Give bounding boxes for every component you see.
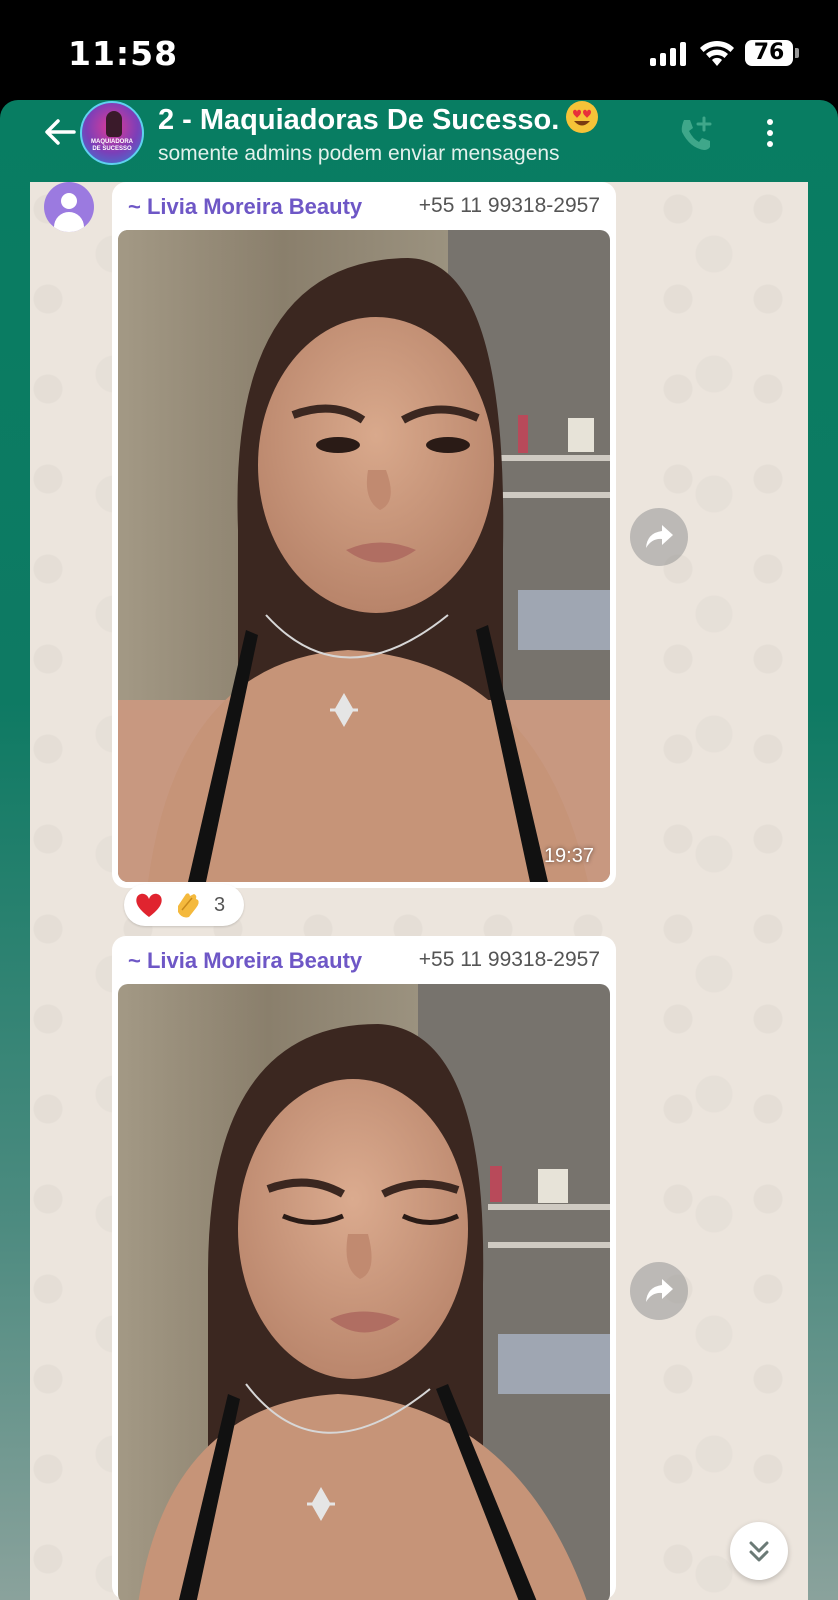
double-chevron-down-icon (749, 1541, 769, 1562)
more-vert-icon[interactable] (760, 114, 780, 154)
back-arrow-icon[interactable] (40, 112, 80, 152)
status-bar: 11:58 76 (0, 0, 838, 100)
message-photo[interactable]: 19:37 (118, 230, 610, 882)
group-avatar-figure (106, 111, 122, 137)
red-heart-icon (136, 893, 162, 917)
signal-icon (650, 42, 690, 66)
sender-name[interactable]: ~ Livia Moreira Beauty (128, 948, 362, 974)
sender-name[interactable]: ~ Livia Moreira Beauty (128, 194, 362, 220)
sender-avatar[interactable] (44, 182, 94, 232)
chat-title[interactable]: 2 - Maquiadoras De Sucesso. (158, 100, 599, 137)
makeup-photo-eyes-closed (118, 984, 610, 1600)
forward-icon (646, 525, 673, 548)
makeup-photo-eyes-open (118, 230, 610, 882)
battery-icon: 76 (745, 40, 799, 66)
sender-phone: +55 11 99318-2957 (418, 948, 600, 971)
chat-subtitle: somente admins podem enviar mensagens (158, 142, 560, 165)
reaction-count: 3 (214, 894, 226, 916)
clapping-hands-icon (178, 893, 199, 918)
group-avatar-logo: MAQUIADORA DE SUCESSO (91, 139, 133, 152)
message-bubble[interactable]: ~ Livia Moreira Beauty +55 11 99318-2957 (112, 936, 616, 1600)
forward-icon (646, 1279, 673, 1302)
message-photo[interactable] (118, 984, 610, 1600)
sender-phone: +55 11 99318-2957 (418, 194, 600, 217)
message-bubble[interactable]: ~ Livia Moreira Beauty +55 11 99318-2957 (112, 182, 616, 888)
chat-title-text: 2 - Maquiadoras De Sucesso. (158, 104, 560, 136)
wifi-icon (700, 40, 734, 66)
message-time: 19:37 (543, 845, 594, 867)
message-reactions[interactable]: 3 (124, 884, 244, 926)
scroll-to-bottom-button[interactable] (730, 1522, 788, 1580)
forward-button[interactable] (630, 508, 688, 566)
forward-button[interactable] (630, 1262, 688, 1320)
add-call-icon[interactable] (676, 114, 716, 154)
heart-eyes-emoji-icon (566, 101, 599, 133)
status-time: 11:58 (68, 34, 179, 73)
group-avatar[interactable]: MAQUIADORA DE SUCESSO (80, 101, 144, 165)
